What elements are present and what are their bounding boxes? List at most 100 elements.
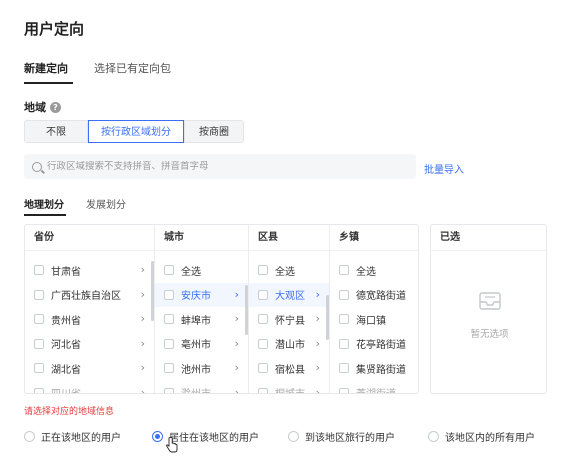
checkbox[interactable] [339,265,349,276]
province-column: 省份甘肃省 › 广西壮族自治区 › 贵州省 › 河北省 › 湖北省 › 四川省 › [25,225,155,394]
chevron-right-icon[interactable]: › [235,312,239,325]
district-list-item[interactable]: 桐城市 › [249,381,329,394]
scope-option-label: 到该地区旅行的用户 [305,433,395,444]
chevron-right-icon[interactable]: › [235,288,239,301]
city-list-item[interactable]: 全选 [155,258,248,283]
scope-option-all-users[interactable]: 该地区内的所有用户 [428,429,535,444]
district-column-header: 区县 [249,225,329,251]
tab-new-targeting[interactable]: 新建定向 [24,60,68,76]
search-icon [32,161,42,172]
district-item-label: 大观区 [275,291,305,303]
district-list-item[interactable]: 宿松县 › [249,356,329,381]
checkbox[interactable] [164,387,174,393]
chevron-right-icon[interactable]: › [316,288,320,301]
city-list-item[interactable]: 池州市 › [155,356,248,381]
township-list-item[interactable]: 德宽路街道 [330,283,418,308]
chevron-right-icon[interactable]: › [141,361,145,374]
region-mode-administrative[interactable]: 按行政区域划分 [88,120,184,143]
township-list-item[interactable]: 海口镇 [330,307,418,332]
township-column-header: 乡镇 [330,225,418,251]
region-mode-business-district[interactable]: 按商圈 [184,120,244,143]
checkbox[interactable] [34,363,44,374]
district-scrollbar[interactable] [326,295,329,340]
checkbox[interactable] [339,289,349,300]
district-list-item[interactable]: 全选 [249,258,329,283]
province-list-item[interactable]: 四川省 › [25,381,154,394]
chevron-right-icon[interactable]: › [316,337,320,350]
tab-geographic-division[interactable]: 地理划分 [24,196,64,211]
city-list-item[interactable]: 蚌埠市 › [155,307,248,332]
province-item-label: 湖北省 [51,364,81,376]
district-list-item[interactable]: 大观区 › [249,282,329,307]
chevron-right-icon[interactable]: › [141,263,145,276]
checkbox[interactable] [339,363,349,374]
province-list-item[interactable]: 广西壮族自治区 › [25,283,154,308]
division-tabs: 地理划分 发展划分 [24,196,148,211]
chevron-right-icon[interactable]: › [316,386,320,394]
region-cascade-picker: 省份甘肃省›广西壮族自治区›贵州省›河北省›湖北省›四川省› 城市全选安庆市›蚌… [24,224,419,394]
district-list-item[interactable]: 潜山市 › [249,332,329,357]
chevron-right-icon[interactable]: › [141,288,145,301]
radio-circle[interactable] [152,431,163,442]
township-list-item[interactable]: 花亭路街道 [330,332,418,357]
province-list-item[interactable]: 湖北省 › [25,356,154,381]
city-column-header: 城市 [155,225,248,251]
checkbox[interactable] [164,363,174,374]
checkbox[interactable] [164,289,174,300]
scope-option-label: 该地区内的所有用户 [445,433,535,444]
scope-option-currently-in[interactable]: 正在该地区的用户 [24,429,121,444]
chevron-right-icon[interactable]: › [235,337,239,350]
radio-circle[interactable] [288,431,299,442]
chevron-right-icon[interactable]: › [141,386,145,394]
township-list-item[interactable]: 全选 [330,258,418,283]
checkbox[interactable] [258,265,268,276]
division-tab-indicator [24,214,66,216]
checkbox[interactable] [258,338,268,349]
chevron-right-icon[interactable]: › [235,361,239,374]
region-search-box [24,154,416,179]
city-list-item[interactable]: 亳州市 › [155,332,248,357]
region-mode-unlimited[interactable]: 不限 [24,120,88,143]
tab-existing-package[interactable]: 选择已有定向包 [94,60,171,76]
province-list-item[interactable]: 贵州省 › [25,307,154,332]
checkbox[interactable] [34,314,44,325]
checkbox[interactable] [164,314,174,325]
city-item-label: 亳州市 [181,340,211,352]
empty-inbox-icon [479,292,501,310]
township-list-item[interactable]: 菱湖街道 [330,381,418,393]
city-scrollbar[interactable] [245,285,248,335]
region-search-input[interactable] [47,161,407,172]
checkbox[interactable] [34,387,44,393]
checkbox[interactable] [339,314,349,325]
bulk-import-link[interactable]: 批量导入 [424,161,464,176]
chevron-right-icon[interactable]: › [316,312,320,325]
chevron-right-icon[interactable]: › [316,361,320,374]
radio-circle[interactable] [428,431,439,442]
checkbox[interactable] [339,387,349,393]
checkbox[interactable] [258,289,268,300]
checkbox[interactable] [34,338,44,349]
question-circle-icon[interactable]: ? [50,101,61,113]
checkbox[interactable] [164,338,174,349]
checkbox[interactable] [164,265,174,276]
province-list-item[interactable]: 甘肃省 › [25,258,154,283]
township-list-item[interactable]: 集贤路街道 [330,356,418,381]
checkbox[interactable] [34,265,44,276]
city-list-item[interactable]: 安庆市 › [155,282,248,307]
checkbox[interactable] [34,289,44,300]
scope-option-traveling[interactable]: 到该地区旅行的用户 [288,429,395,444]
checkbox[interactable] [258,314,268,325]
district-list-item[interactable]: 怀宁县 › [249,307,329,332]
city-list-item[interactable]: 滁州市 › [155,381,248,394]
province-list-item[interactable]: 河北省 › [25,332,154,357]
radio-circle[interactable] [24,431,35,442]
township-item-label: 花亭路街道 [356,340,406,352]
checkbox[interactable] [339,338,349,349]
chevron-right-icon[interactable]: › [141,337,145,350]
checkbox[interactable] [258,363,268,374]
chevron-right-icon[interactable]: › [235,386,239,394]
province-scrollbar[interactable] [151,261,154,321]
checkbox[interactable] [258,387,268,393]
chevron-right-icon[interactable]: › [141,312,145,325]
tab-development-division[interactable]: 发展划分 [86,196,126,211]
